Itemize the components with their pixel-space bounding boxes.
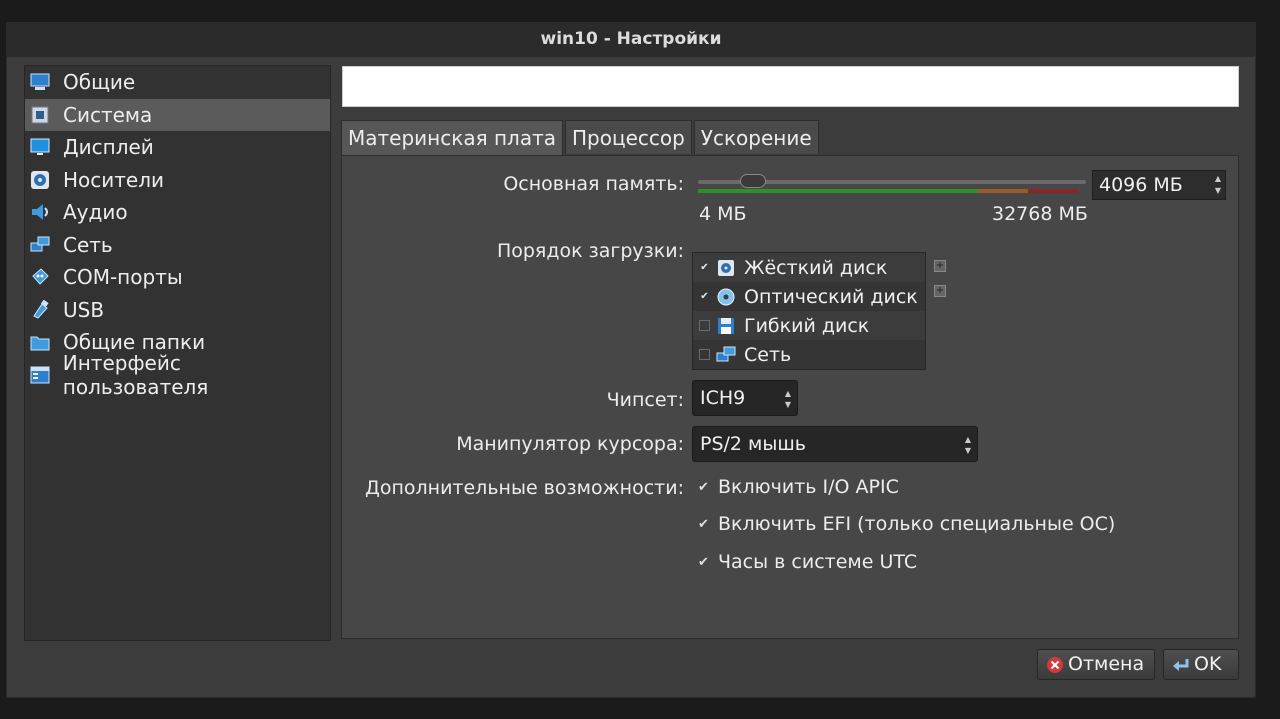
sidebar-item-label: Сеть [63,232,113,257]
feature-utc-clock[interactable]: ✔ Часы в системе UTC [698,551,917,573]
window-icon [29,365,51,385]
pointing-device-select[interactable]: PS/2 мышь ▲ ▼ [692,426,978,462]
sidebar-item-network[interactable]: Сеть [25,229,330,262]
spin-arrows-icon[interactable]: ▲ ▼ [1213,173,1223,197]
motherboard-panel: Основная память: 4096 МБ ▲ ▼ 4 МБ 32768 М… [341,155,1239,639]
boot-item-floppy[interactable]: Гибкий диск [693,311,925,340]
sidebar-item-label: Система [63,102,153,127]
base-memory-label: Основная память: [503,173,684,195]
memory-min-label: 4 МБ [699,203,747,225]
boot-item-label: Сеть [744,343,792,366]
feature-label: Включить I/O APIC [718,476,899,498]
tab-motherboard[interactable]: Материнская плата [341,120,563,155]
chipset-value: ICH9 [700,387,746,409]
extended-features-label: Дополнительные возможности: [365,477,684,499]
checkbox-checked-icon[interactable]: ✔ [698,480,712,495]
chevron-updown-icon: ▲ ▼ [964,435,971,455]
enter-arrow-icon [1172,657,1190,673]
sidebar-item-label: Аудио [63,200,128,225]
memory-spinbox[interactable]: 4096 МБ ▲ ▼ [1092,170,1226,200]
monitor-icon [29,137,51,157]
feature-efi[interactable]: ✔ Включить EFI (только специальные ОС) [698,513,1115,535]
boot-item-hard-disk[interactable]: ✔ Жёсткий диск [693,253,925,282]
sidebar-item-storage[interactable]: Носители [25,164,330,197]
network-icon [716,345,736,365]
checkbox-checked-icon[interactable]: ✔ [698,517,712,532]
cancel-icon [1046,656,1064,674]
optical-disc-icon [716,287,736,307]
network-icon [29,235,51,255]
cancel-button[interactable]: Отмена [1037,649,1155,680]
sidebar-item-audio[interactable]: Аудио [25,196,330,229]
tab-acceleration[interactable]: Ускорение [693,120,819,154]
feature-label: Включить EFI (только специальные ОС) [718,513,1116,535]
sidebar-item-user-interface[interactable]: Интерфейс пользователя [25,351,330,399]
chipset-label: Чипсет: [606,389,684,411]
pointing-device-label: Манипулятор курсора: [456,433,684,455]
speaker-icon [29,202,51,222]
feature-label: Часы в системе UTC [718,551,918,573]
storage-icon [29,170,51,190]
boot-order-label: Порядок загрузки: [496,240,684,262]
boot-item-label: Гибкий диск [744,314,870,337]
checkbox-checked-icon[interactable]: ✔ [698,555,712,570]
boot-checkbox[interactable] [699,349,710,360]
chevron-updown-icon: ▲ ▼ [784,389,791,409]
boot-checkbox[interactable]: ✔ [699,291,710,302]
pointing-device-value: PS/2 мышь [700,433,806,455]
memory-slider-handle[interactable] [740,174,766,188]
chip-icon [29,105,51,125]
boot-item-network[interactable]: Сеть [693,340,925,369]
tab-bar: Материнская плата Процессор Ускорение [341,120,821,155]
boot-order-list: ✔ Жёсткий диск ✔ Оптический диск Гибкий … [692,252,926,370]
sidebar-item-usb[interactable]: USB [25,294,330,327]
folder-icon [29,332,51,352]
feature-io-apic[interactable]: ✔ Включить I/O APIC [698,476,899,498]
page-info-area [342,66,1239,107]
sidebar-item-general[interactable]: Общие [25,66,330,99]
cancel-button-label: Отмена [1068,653,1145,675]
boot-checkbox[interactable]: ✔ [699,262,710,273]
ok-button[interactable]: OK [1163,649,1239,680]
sidebar-item-display[interactable]: Дисплей [25,131,330,164]
sidebar-item-com-ports[interactable]: COM-порты [25,261,330,294]
sidebar-item-label: Общие [63,70,136,95]
boot-item-label: Оптический диск [744,285,918,308]
floppy-disk-icon [716,316,736,336]
tab-processor[interactable]: Процессор [564,120,692,154]
serial-port-icon [29,267,51,287]
chipset-select[interactable]: ICH9 ▲ ▼ [692,380,798,416]
display-icon [29,72,51,92]
window-title: win10 - Настройки [7,23,1255,57]
sidebar-item-label: USB [63,297,105,322]
memory-slider-scale [698,189,1078,193]
move-up-icon[interactable]: + [934,260,946,272]
move-down-icon[interactable]: + [934,285,946,297]
settings-sidebar: Общие Система Дисплей Носители Аудио Сет… [24,65,331,641]
hard-disk-icon [716,258,736,278]
boot-checkbox[interactable] [699,320,710,331]
sidebar-item-label: Дисплей [63,135,154,160]
memory-value: 4096 МБ [1099,174,1183,196]
settings-window: win10 - Настройки Общие Система Дисплей … [6,22,1256,698]
memory-max-label: 32768 МБ [992,203,1088,225]
sidebar-item-label: Носители [63,167,165,192]
boot-item-optical[interactable]: ✔ Оптический диск [693,282,925,311]
ok-button-label: OK [1194,653,1222,675]
usb-icon [29,299,51,320]
sidebar-item-system[interactable]: Система [25,98,330,131]
sidebar-item-label: COM-порты [63,265,183,290]
sidebar-item-label: Интерфейс пользователя [62,350,209,399]
boot-item-label: Жёсткий диск [744,256,888,279]
